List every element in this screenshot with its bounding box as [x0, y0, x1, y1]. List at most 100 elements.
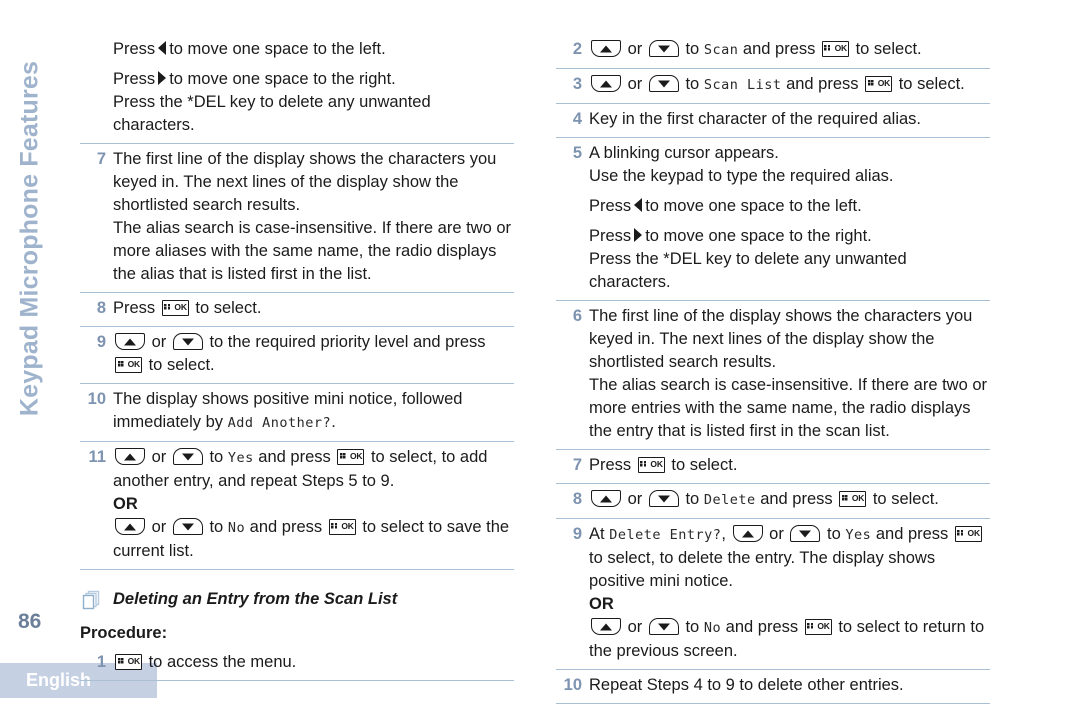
intro-line-left: Press to move one space to the left. [113, 40, 386, 58]
step-4-text: Key in the first character of the requir… [589, 110, 921, 128]
down-arrow-key-icon [172, 518, 203, 535]
down-arrow-key-icon [172, 333, 203, 350]
step-10-text: Repeat Steps 4 to 9 to delete other entr… [589, 676, 904, 694]
step-11-text-yes: or to Yes and press OK to select, to add… [113, 448, 488, 490]
down-arrow-key-icon [648, 618, 679, 635]
ok-key-icon: OK [115, 357, 142, 373]
left-triangle-icon [158, 41, 167, 55]
step-8-text: or to Delete and press OK to select. [589, 488, 990, 512]
running-head-text: Keypad Microphone Features [15, 60, 44, 417]
ok-key-icon: OK [161, 300, 189, 316]
ok-key-icon: OK [328, 519, 356, 535]
ok-key-icon: OK [865, 76, 893, 92]
display-text-yes: Yes [845, 527, 872, 543]
up-arrow-key-icon [591, 490, 621, 507]
step-number: 4 [572, 110, 582, 128]
step-7-paragraph-2: The alias search is case-insensitive. If… [113, 219, 512, 283]
step-number: 8 [96, 299, 106, 317]
step-9-text-yes: At Delete Entry?, or to Yes and press OK… [589, 525, 982, 590]
display-text-delete-entry: Delete Entry? [609, 527, 722, 543]
list-item-step-3: 3 or to Scan List and press OK to select… [556, 73, 990, 104]
step-7-text: Press OK to select. [589, 456, 738, 474]
stacked-pages-icon [82, 590, 102, 610]
step-5-del-key: Press the *DEL key to delete any unwante… [589, 250, 907, 291]
left-triangle-icon [634, 198, 643, 212]
list-item-step-7: 7 Press OK to select. [556, 454, 990, 484]
up-arrow-key-icon [591, 618, 621, 635]
display-text-add-another: Add Another? [227, 415, 332, 431]
step-11-text-no: or to No and press OK to select to save … [113, 518, 510, 560]
up-arrow-key-icon [115, 448, 145, 465]
list-item-step-10: 10 Repeat Steps 4 to 9 to delete other e… [556, 674, 990, 704]
ok-key-icon: OK [821, 41, 849, 57]
step-number: 10 [563, 676, 582, 694]
list-item-step-6: 6 The first line of the display shows th… [556, 305, 990, 450]
ok-key-icon: OK [637, 457, 665, 473]
up-arrow-key-icon [115, 333, 145, 350]
step-5-move-left: Press to move one space to the left. [589, 197, 862, 215]
display-text-scan-list: Scan List [703, 77, 782, 93]
step-number: 6 [572, 307, 582, 325]
step-number: 5 [572, 144, 582, 162]
step-3-text: or to Scan List and press OK to select. [589, 73, 990, 97]
step-number: 7 [572, 456, 582, 474]
step-number: 8 [572, 490, 582, 508]
step-number: 9 [572, 525, 582, 543]
right-column: 2 or to Scan and press OK to select. 3 o… [556, 38, 990, 708]
up-arrow-key-icon [591, 75, 621, 92]
procedure-label: Procedure: [80, 624, 168, 642]
down-arrow-key-icon [648, 40, 679, 57]
down-arrow-key-icon [790, 525, 821, 542]
display-text-no: No [703, 620, 722, 636]
list-item-step-9: 9 At Delete Entry?, or to Yes and press … [556, 523, 990, 670]
list-item-step-8: 8 Press OK to select. [80, 297, 514, 327]
step-5-paragraph-2: Use the keypad to type the required alia… [589, 167, 894, 185]
step-10-text: The display shows positive mini notice, … [113, 390, 463, 431]
page-number: 86 [18, 610, 42, 633]
step-5-paragraph-1: A blinking cursor appears. [589, 144, 779, 162]
list-item-step-10: 10 The display shows positive mini notic… [80, 388, 514, 442]
step-number: 3 [572, 75, 582, 93]
display-text-yes: Yes [227, 450, 254, 466]
right-triangle-icon [634, 228, 643, 242]
list-item-step-1: 1 OK to access the menu. [80, 651, 514, 681]
step-number: 2 [572, 40, 582, 58]
running-head-sidebar: Keypad Microphone Features [0, 0, 58, 698]
step-11-or: OR [113, 495, 138, 513]
ok-key-icon: OK [115, 654, 142, 670]
ok-key-icon: OK [337, 449, 365, 465]
up-arrow-key-icon [115, 518, 145, 535]
section-heading: Deleting an Entry from the Scan List [80, 588, 514, 612]
down-arrow-key-icon [172, 448, 203, 465]
step-5-move-right: Press to move one space to the right. [589, 227, 872, 245]
ok-key-icon: OK [839, 491, 867, 507]
list-item-step-7: 7 The first line of the display shows th… [80, 148, 514, 293]
step-9-text: or to the required priority level and pr… [113, 331, 514, 377]
down-arrow-key-icon [648, 490, 679, 507]
step-7-paragraph-1: The first line of the display shows the … [113, 150, 497, 214]
list-item-step-9: 9 or to the required priority level and … [80, 331, 514, 384]
display-text-delete: Delete [703, 492, 756, 508]
up-arrow-key-icon [591, 40, 621, 57]
step-number: 11 [88, 448, 106, 466]
list-item-step-11: 11 or to Yes and press OK to select, to … [80, 446, 514, 570]
left-column: Press to move one space to the left. Pres… [80, 38, 514, 685]
step-number: 1 [96, 653, 106, 671]
intro-line-right: Press to move one space to the right. [113, 70, 396, 88]
down-arrow-key-icon [648, 75, 679, 92]
step-8-text: Press OK to select. [113, 299, 262, 317]
step-number: 10 [87, 390, 106, 408]
step-9-text-no: or to No and press OK to select to retur… [589, 618, 985, 660]
right-triangle-icon [158, 71, 167, 85]
step-number: 7 [96, 150, 106, 168]
ok-key-icon: OK [954, 526, 982, 542]
intro-continuation-block: Press to move one space to the left. Pres… [80, 38, 514, 144]
list-item-step-4: 4 Key in the first character of the requ… [556, 108, 990, 138]
list-item-step-5: 5 A blinking cursor appears. Use the key… [556, 142, 990, 301]
ok-key-icon: OK [804, 619, 832, 635]
list-item-step-8: 8 or to Delete and press OK to select. [556, 488, 990, 519]
up-arrow-key-icon [732, 525, 763, 542]
step-9-or: OR [589, 595, 614, 613]
step-6-paragraph-1: The first line of the display shows the … [589, 307, 973, 371]
step-2-text: or to Scan and press OK to select. [589, 38, 990, 62]
